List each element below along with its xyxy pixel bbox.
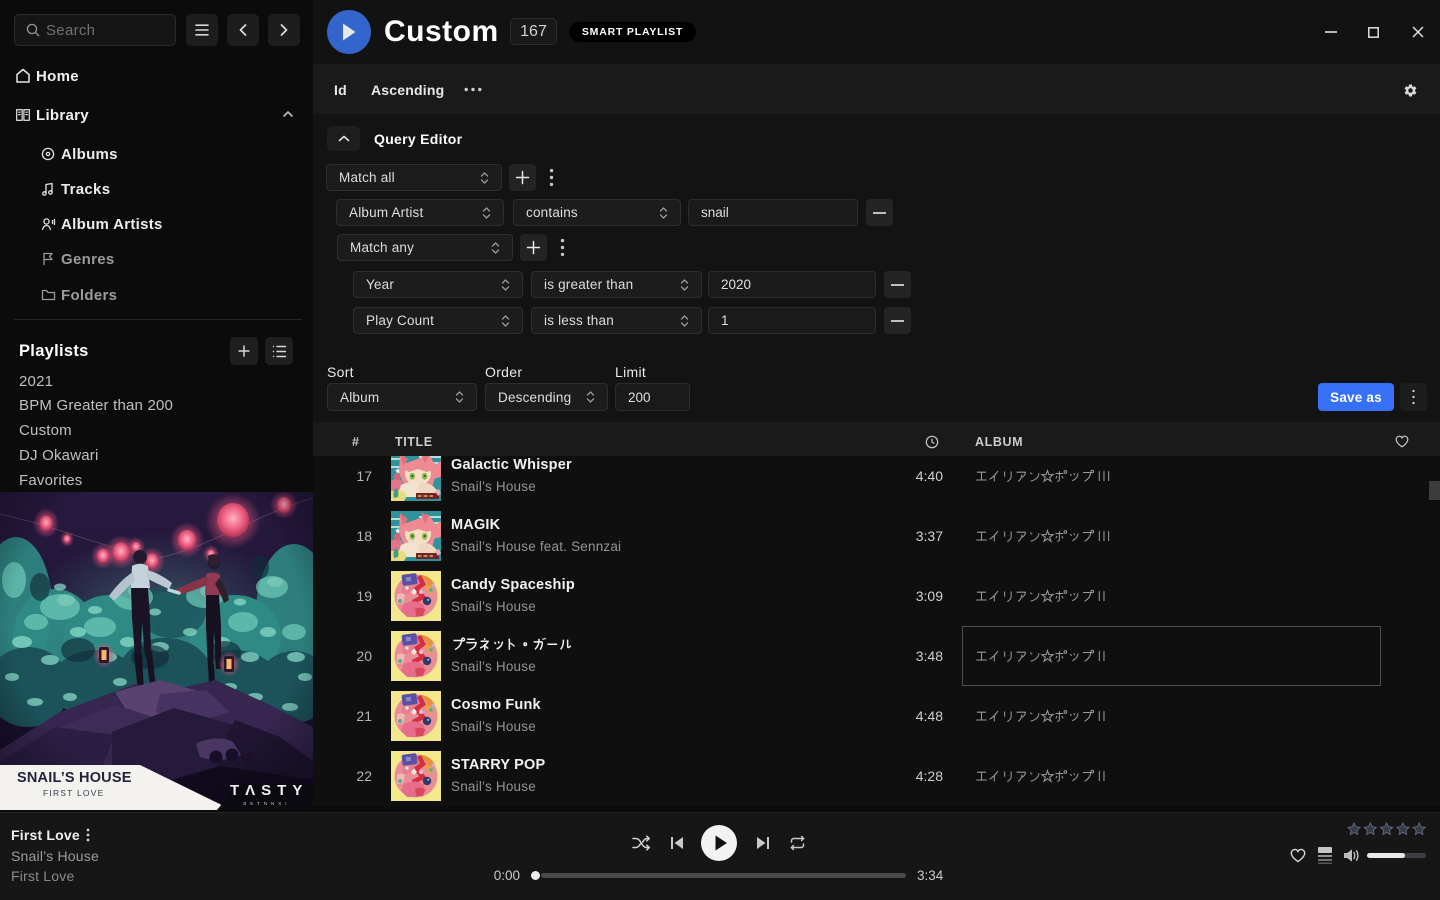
svg-text:TΛSTY: TΛSTY: [230, 782, 308, 799]
svg-text:FIRST LOVE: FIRST LOVE: [43, 788, 104, 798]
svg-text:ƎSTNNXI: ƎSTNNXI: [243, 801, 291, 806]
svg-text:SNAIL’S HOUSE: SNAIL’S HOUSE: [17, 770, 132, 786]
